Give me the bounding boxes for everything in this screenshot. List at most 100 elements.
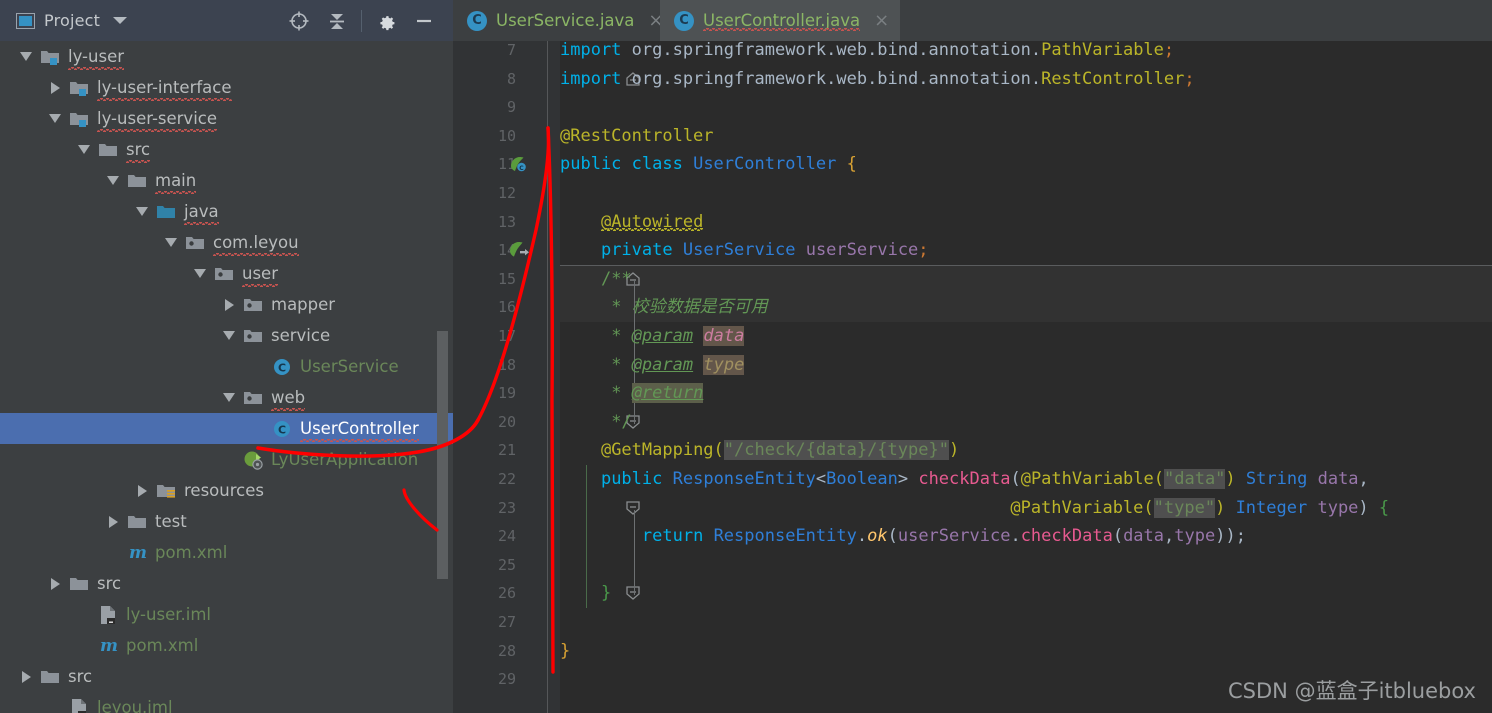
- chevron-down-icon[interactable]: [216, 382, 242, 413]
- module-folder-icon: [68, 103, 90, 134]
- locate-icon[interactable]: [280, 0, 318, 41]
- chevron-down-icon[interactable]: [13, 41, 39, 72]
- package-icon: [242, 289, 264, 320]
- chevron-down-icon[interactable]: [100, 165, 126, 196]
- folder-icon: [126, 506, 148, 537]
- chevron-right-icon[interactable]: [100, 506, 126, 537]
- folder-icon: [126, 165, 148, 196]
- chevron-right-icon[interactable]: [216, 289, 242, 320]
- chevron-down-icon[interactable]: [129, 196, 155, 227]
- tree-node-label: ly-user.iml: [126, 605, 211, 624]
- tree-node-selected[interactable]: C UserController: [0, 413, 453, 444]
- line-number: 20: [497, 412, 516, 431]
- chevron-right-icon[interactable]: [42, 72, 68, 103]
- tree-node[interactable]: test: [0, 506, 453, 537]
- java-class-icon: C: [271, 413, 293, 444]
- line-number: 29: [497, 670, 516, 689]
- spring-bean-gutter-icon[interactable]: C: [508, 154, 528, 174]
- tree-node[interactable]: ly-user: [0, 41, 453, 72]
- tree-node[interactable]: LyUserApplication: [0, 444, 453, 475]
- tree-node[interactable]: ly-user.iml: [0, 599, 453, 630]
- line-number: 19: [497, 384, 516, 403]
- editor-folding-strip[interactable]: [538, 41, 640, 713]
- editor-tab[interactable]: C UserService.java ×: [453, 0, 675, 41]
- chevron-down-icon[interactable]: [71, 134, 97, 165]
- code-line[interactable]: @GetMapping("/check/{data}/{type}"): [560, 436, 959, 465]
- code-line[interactable]: public class UserController {: [560, 150, 857, 179]
- svg-text:m: m: [100, 636, 118, 655]
- project-tree[interactable]: ly-user ly-user-interface ly-user-service s…: [0, 41, 453, 713]
- iml-icon: [97, 599, 119, 630]
- code-line[interactable]: * 校验数据是否可用: [560, 293, 768, 322]
- code-line[interactable]: @Autowired: [560, 208, 703, 237]
- editor-gutter[interactable]: 7 8 9 10 11 12 13 14 15 16 17 18 19 20 21 22 23 24 25 26 27 2…: [453, 41, 538, 713]
- code-line[interactable]: }: [560, 579, 611, 608]
- tree-node[interactable]: mapper: [0, 289, 453, 320]
- code-line[interactable]: return ResponseEntity.ok(userService.che…: [560, 522, 1246, 551]
- chevron-down-icon[interactable]: [158, 227, 184, 258]
- code-line[interactable]: @PathVariable("type") Integer type) {: [560, 494, 1389, 523]
- tree-node[interactable]: m pom.xml: [0, 537, 453, 568]
- chevron-right-icon[interactable]: [42, 568, 68, 599]
- gear-icon[interactable]: [367, 0, 405, 41]
- line-number: 23: [497, 498, 516, 517]
- editor-tab-label: UserController.java: [703, 11, 861, 31]
- code-line[interactable]: import org.springframework.web.bind.anno…: [560, 41, 1174, 65]
- tree-node[interactable]: src: [0, 134, 453, 165]
- line-number: 22: [497, 470, 516, 488]
- chevron-down-icon[interactable]: [187, 258, 213, 289]
- java-class-icon: C: [674, 10, 694, 31]
- code-text-area[interactable]: import org.springframework.web.bind.anno…: [560, 41, 1492, 713]
- chevron-right-icon[interactable]: [13, 661, 39, 692]
- tree-node-label: web: [271, 382, 306, 413]
- editor-tab[interactable]: C UserController.java ×: [660, 0, 901, 41]
- toolbar-separator: [361, 9, 362, 32]
- code-line[interactable]: private UserService userService;: [560, 236, 929, 265]
- tree-node[interactable]: ly-user-interface: [0, 72, 453, 103]
- tree-node[interactable]: m pom.xml: [0, 630, 453, 661]
- chevron-down-icon[interactable]: [42, 103, 68, 134]
- tree-node[interactable]: main: [0, 165, 453, 196]
- tree-node-label: leyou.iml: [97, 698, 173, 713]
- code-line[interactable]: /**: [560, 265, 632, 294]
- line-number: 7: [506, 41, 516, 59]
- editor-tab-label: UserService.java: [496, 11, 635, 30]
- code-line[interactable]: */: [560, 408, 631, 437]
- code-line[interactable]: public ResponseEntity<Boolean> checkData…: [560, 465, 1369, 494]
- code-line[interactable]: * @return: [560, 379, 704, 408]
- code-line[interactable]: }: [560, 637, 570, 666]
- tree-node[interactable]: java: [0, 196, 453, 227]
- tree-node[interactable]: service: [0, 320, 453, 351]
- tree-node[interactable]: user: [0, 258, 453, 289]
- tree-node[interactable]: web: [0, 382, 453, 413]
- chevron-down-icon[interactable]: [216, 320, 242, 351]
- tree-node[interactable]: C UserService: [0, 351, 453, 382]
- tree-node[interactable]: src: [0, 568, 453, 599]
- code-line[interactable]: * @param data: [560, 322, 745, 351]
- tree-node[interactable]: ly-user-service: [0, 103, 453, 134]
- autowired-dependency-gutter-icon[interactable]: [508, 240, 529, 260]
- code-line[interactable]: * @param type: [560, 351, 745, 380]
- code-line[interactable]: @RestController: [560, 122, 714, 151]
- chevron-right-icon[interactable]: [129, 475, 155, 506]
- tree-node[interactable]: com.leyou: [0, 227, 453, 258]
- watermark-text: CSDN @蓝盒子itbluebox: [1228, 679, 1476, 703]
- tree-node-label: com.leyou: [213, 227, 299, 258]
- module-folder-icon: [39, 41, 61, 72]
- code-editor[interactable]: 7 8 9 10 11 12 13 14 15 16 17 18 19 20 21 22 23 24 25 26 27 2…: [453, 41, 1492, 713]
- tree-node-label: src: [68, 667, 93, 686]
- code-line[interactable]: import org.springframework.web.bind.anno…: [560, 65, 1195, 94]
- project-title-group[interactable]: Project: [16, 11, 128, 30]
- tree-node[interactable]: src: [0, 661, 453, 692]
- close-icon[interactable]: ×: [874, 11, 889, 30]
- minimize-icon[interactable]: [405, 0, 443, 41]
- tree-node[interactable]: resources: [0, 475, 453, 506]
- maven-icon: m: [97, 630, 119, 661]
- tree-node[interactable]: leyou.iml: [0, 692, 453, 713]
- collapse-all-icon[interactable]: [318, 0, 356, 41]
- project-tree-scrollbar-thumb[interactable]: [437, 331, 448, 579]
- chevron-down-icon[interactable]: [113, 17, 128, 24]
